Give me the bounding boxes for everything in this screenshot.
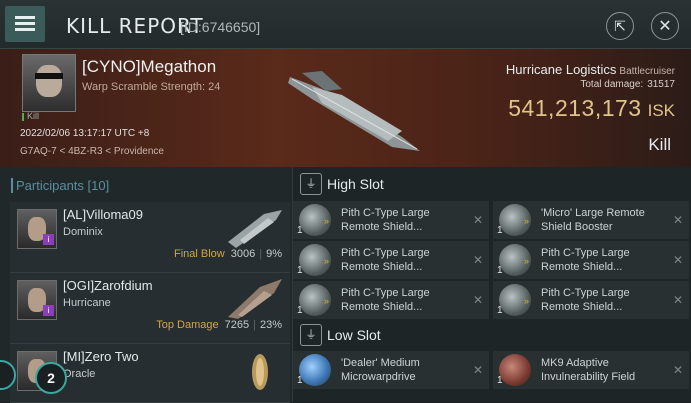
total-damage: Total damage: 31517 [580, 79, 675, 90]
kill-id[interactable]: [ID:6746650] [180, 19, 260, 35]
participant-name[interactable]: [MI]Zero Two [63, 349, 139, 364]
notification-badge[interactable]: 2 [35, 362, 67, 394]
shield-booster-icon: » [499, 244, 531, 276]
close-icon: ✕ [672, 253, 683, 267]
low-slot-title: Low Slot [327, 327, 381, 343]
warp-scramble-strength: Warp Scramble Strength: 24 [82, 81, 221, 93]
module-name: MK9 Adaptive Invulnerability Field [541, 357, 636, 383]
module-qty: 1 [497, 265, 503, 276]
shield-booster-icon: » [299, 244, 331, 276]
microwarpdrive-icon [299, 354, 331, 386]
module-qty: 1 [297, 375, 303, 386]
module-name: Pith C-Type Large Remote Shield... [541, 247, 630, 273]
kill-tag: Kill [22, 111, 39, 121]
close-icon: ✕ [472, 253, 483, 267]
high-slot-icon: ⏚ [300, 173, 322, 195]
victim-name[interactable]: [CYNO]Megathon [82, 57, 216, 77]
victim-ship-image[interactable] [282, 59, 427, 159]
module-item[interactable]: 1 MK9 Adaptive Invulnerability Field ✕ [493, 351, 689, 389]
low-slot-header: ⏚ Low Slot [293, 318, 691, 353]
topbar: KILL REPORT [ID:6746650] ⇱ ✕ [0, 0, 691, 49]
result-label: Kill [648, 135, 671, 154]
participant-name[interactable]: [OGI]Zarofdium [63, 278, 153, 293]
participant-ship: Hurricane [63, 297, 111, 309]
participant-ship-image [252, 354, 268, 390]
participant-ship-image [228, 210, 282, 248]
shield-booster-icon: » [499, 284, 531, 316]
close-icon: ✕ [672, 213, 683, 227]
close-icon: ✕ [672, 293, 683, 307]
invulnerability-field-icon [499, 354, 531, 386]
module-qty: 1 [497, 375, 503, 386]
module-item[interactable]: » 1 Pith C-Type Large Remote Shield... ✕ [493, 281, 689, 319]
participant-row[interactable]: i [OGI]Zarofdium Hurricane Top Damage 726… [10, 273, 290, 344]
corp-badge-icon: i [43, 234, 54, 245]
module-item[interactable]: » 1 Pith C-Type Large Remote Shield... ✕ [293, 201, 489, 239]
module-qty: 1 [497, 305, 503, 316]
module-item[interactable]: » 1 Pith C-Type Large Remote Shield... ✕ [493, 241, 689, 279]
isk-value: 541,213,173 ISK [508, 95, 675, 121]
participant-ship-image [228, 279, 282, 319]
victim-portrait[interactable] [22, 54, 76, 112]
victim-ship-name[interactable]: Hurricane Logistics Battlecruiser [506, 62, 675, 77]
module-name: Pith C-Type Large Remote Shield... [341, 287, 430, 313]
module-item[interactable]: » 1 Pith C-Type Large Remote Shield... ✕ [293, 241, 489, 279]
shield-booster-icon: » [499, 204, 531, 236]
participant-name[interactable]: [AL]Villoma09 [63, 207, 143, 222]
kill-location[interactable]: G7AQ-7 < 4BZ-R3 < Providence [20, 146, 164, 157]
participant-stats: Top Damage 7265 | 23% [156, 319, 282, 331]
module-item[interactable]: 1 'Dealer' Medium Microwarpdrive ✕ [293, 351, 489, 389]
module-qty: 1 [297, 305, 303, 316]
module-name: 'Dealer' Medium Microwarpdrive [341, 357, 420, 383]
module-name: Pith C-Type Large Remote Shield... [341, 207, 430, 233]
close-icon: ✕ [472, 363, 483, 377]
module-qty: 1 [297, 225, 303, 236]
hamburger-icon[interactable] [5, 6, 45, 42]
module-name: Pith C-Type Large Remote Shield... [541, 287, 630, 313]
module-name: Pith C-Type Large Remote Shield... [341, 247, 430, 273]
participant-ship: Oracle [63, 368, 96, 380]
shield-booster-icon: » [299, 284, 331, 316]
module-qty: 1 [497, 225, 503, 236]
fitting-panel: ⏚ High Slot » 1 Pith C-Type Large Remote… [293, 167, 691, 402]
module-item[interactable]: » 1 'Micro' Large Remote Shield Booster … [493, 201, 689, 239]
close-icon: ✕ [472, 213, 483, 227]
close-icon[interactable]: ✕ [651, 12, 679, 40]
kill-datetime: 2022/02/06 13:17:17 UTC +8 [20, 128, 150, 139]
shield-booster-icon: » [299, 204, 331, 236]
high-slot-title: High Slot [327, 176, 384, 192]
module-qty: 1 [297, 265, 303, 276]
close-icon: ✕ [672, 363, 683, 377]
high-slot-header: ⏚ High Slot [293, 167, 691, 202]
victim-header: [CYNO]Megathon Warp Scramble Strength: 2… [0, 49, 691, 167]
participant-row[interactable]: i [AL]Villoma09 Dominix Final Blow 3006 | 9… [10, 202, 290, 273]
close-icon: ✕ [472, 293, 483, 307]
participant-stats: Final Blow 3006 | 9% [174, 248, 282, 260]
corp-badge-icon: i [43, 305, 54, 316]
low-slot-icon: ⏚ [300, 324, 322, 346]
module-name: 'Micro' Large Remote Shield Booster [541, 207, 645, 233]
participant-ship: Dominix [63, 226, 103, 238]
module-item[interactable]: » 1 Pith C-Type Large Remote Shield... ✕ [293, 281, 489, 319]
participants-header: Participants [10] [10, 178, 110, 193]
share-icon[interactable]: ⇱ [606, 12, 634, 40]
